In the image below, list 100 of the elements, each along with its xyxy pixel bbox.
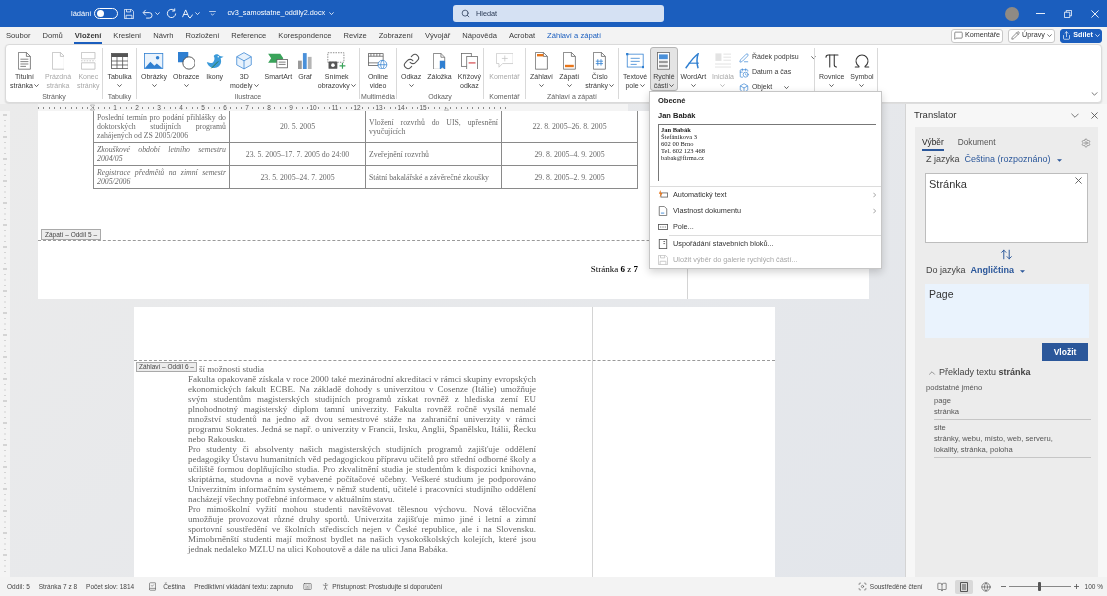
indent-marker-icon[interactable] xyxy=(90,104,95,111)
collapse-ribbon-icon[interactable] xyxy=(1091,92,1098,96)
caret-icon xyxy=(183,84,189,87)
caret-icon xyxy=(350,84,356,87)
page-break-icon xyxy=(81,52,96,70)
caret-icon xyxy=(117,84,122,87)
document-icon xyxy=(658,206,668,216)
caret-icon xyxy=(810,56,816,59)
pages-icon xyxy=(461,52,478,70)
caret-icon xyxy=(1056,158,1062,162)
chevron-down-icon[interactable] xyxy=(1071,113,1079,118)
caret-icon xyxy=(1046,34,1052,37)
page-icon[interactable] xyxy=(954,579,973,594)
shapes-icon xyxy=(177,52,196,70)
body-paragraph: Pro mimoškolní vyžití mohou studenti navštěvovat tělesnou výchovu. Nová tělocvična umožňuje provozovat různé druhy sportů. Univerzita zajišťuje mimo jiné i letní a zimní sportovní soustředění ve školních střediscích nejen v České republice, ale i na Slovensku. Mimobrněnští studenti mají možnost bydlet na našich vysokoškolských kolejích, které jsou jednak nedaleko MZLU na ulici Kohoutově a dále na ulici Jana Babáka. xyxy=(188,504,536,554)
caret-icon xyxy=(253,84,259,87)
language-label: Z jazyka xyxy=(926,153,960,167)
body-paragraph: Pro studenty či absolventy našich magisterských studijních programů zajišťuje oddělení pedagogiky Ústavu humanitních věd pedagogickou přípravu učitelů pro střední odborné školy a učiliště formou doplňujícího studia. Pro zkvalitnění studia je studentům k dispozici knihovna, skriptárna, studovna a nově vybavené počítačové učebny. Veškeré studium je podporováno Univerzitním informačním systémem, v němž studenti, učitelé i pracovníci studijního oddělení nacházejí všechny potřebné informace v aktuálním stavu. xyxy=(188,444,536,504)
comment-icon xyxy=(495,53,514,69)
page-header-icon xyxy=(535,52,548,70)
caret-icon xyxy=(859,84,865,87)
source-text-field[interactable]: Stránka xyxy=(925,173,1088,243)
cube-icon xyxy=(738,82,749,93)
close-icon[interactable] xyxy=(1091,112,1098,119)
camera-icon xyxy=(327,52,347,70)
caret-icon xyxy=(195,12,201,15)
pane-tab[interactable]: Dokument xyxy=(957,135,996,151)
caret-icon xyxy=(639,84,645,87)
caret-icon xyxy=(608,84,614,87)
accessibility-icon[interactable] xyxy=(321,582,331,591)
caret-icon xyxy=(784,86,790,89)
pencil-icon xyxy=(1011,31,1021,40)
blank-page-icon xyxy=(51,52,65,70)
caret-icon xyxy=(690,84,696,87)
share-icon xyxy=(1062,31,1072,40)
focus-icon[interactable] xyxy=(857,582,867,591)
caret-icon xyxy=(669,84,675,87)
picture-icon xyxy=(144,53,164,69)
autotext-icon xyxy=(658,190,668,200)
calendar-clock-icon xyxy=(738,67,749,78)
diagram-icon xyxy=(268,53,289,69)
table-icon xyxy=(110,53,129,69)
caret-icon xyxy=(539,84,545,87)
video-globe-icon xyxy=(368,52,388,70)
keyboard-icon[interactable] xyxy=(303,582,313,591)
customize-icon[interactable] xyxy=(209,11,217,16)
undo-icon[interactable] xyxy=(142,8,154,19)
chevron-right-icon xyxy=(873,208,876,214)
page-lines-icon xyxy=(18,52,31,70)
field-icon xyxy=(658,222,668,232)
caret-icon xyxy=(720,84,726,87)
body-paragraph: Fakulta opakovaně získala v roce 2000 také mezinárodní akreditaci v rámci skupiny evropských ekonomických fakult ECBE. Na základě dohody s univerzitou v Cosenze (Itálie) umožňuje svým studentům magisterských studijních programů získat rovněž z hlediska zemí EU plnohodnotný magisterský diplom tamní univerzity. Fakulta rovněž ročně vysílá nemalé množství studentů na jedno až dvou semestrové stáže na zahraniční univerzity v rámci programu Sokrates. Jedná se např. o univerzity v Francii, Irsku, Anglii, Španělsku, Itálii, Řecku nebo Rakousku. xyxy=(188,374,536,444)
bookmark-icon xyxy=(432,52,447,70)
cube-icon xyxy=(236,52,253,70)
bar-chart-icon xyxy=(298,52,312,70)
pi-icon xyxy=(822,52,841,70)
spell-check-icon[interactable] xyxy=(182,8,194,19)
stylized-letter-icon xyxy=(685,53,702,69)
caret-icon xyxy=(151,84,157,87)
target-language-dropdown[interactable]: Angličtina xyxy=(970,264,1026,278)
caret-icon xyxy=(1094,34,1100,37)
language-label: Do jazyka xyxy=(926,264,966,278)
zoom-thumb[interactable] xyxy=(1038,582,1042,591)
page-footer-icon xyxy=(562,52,576,70)
blocks-icon xyxy=(657,52,671,70)
clear-icon[interactable] xyxy=(1075,177,1082,184)
search-icon xyxy=(461,9,470,18)
page-number-icon xyxy=(593,52,606,70)
redo-icon[interactable] xyxy=(166,8,178,19)
body-text: ší možnosti studia xyxy=(198,364,264,374)
swap-icon[interactable] xyxy=(1000,248,1013,261)
proofing-icon[interactable] xyxy=(148,582,158,591)
chevron-right-icon xyxy=(873,192,876,198)
omega-icon xyxy=(852,52,871,70)
caret-icon xyxy=(1020,269,1026,273)
caret-icon xyxy=(33,84,39,87)
caret-icon xyxy=(329,12,335,15)
pane-tab[interactable]: Výběr xyxy=(922,135,944,151)
drop-cap-icon xyxy=(714,53,732,69)
text-box-icon xyxy=(625,53,645,69)
pen-icon xyxy=(738,52,749,63)
link-icon xyxy=(402,52,420,70)
caret-icon xyxy=(155,12,161,15)
speech-bubble-icon xyxy=(953,31,963,40)
save-icon[interactable] xyxy=(124,8,135,19)
caret-icon xyxy=(408,84,414,87)
translation-output: Page xyxy=(925,284,1089,338)
caret-icon xyxy=(829,84,835,87)
page-list-icon xyxy=(658,239,668,249)
source-language-dropdown[interactable]: Čeština (rozpoznáno) xyxy=(964,153,1062,167)
zoom-in-icon[interactable] xyxy=(1073,584,1079,589)
caret-icon xyxy=(566,84,572,87)
section-heading: Překlady textu stránka xyxy=(939,366,1031,380)
zoom-slider[interactable] xyxy=(1008,582,1071,591)
insert-button[interactable]: Vložit xyxy=(1042,343,1088,361)
save-icon xyxy=(658,255,668,265)
restore-icon[interactable] xyxy=(1064,9,1072,18)
bird-icon xyxy=(205,52,224,70)
page-number-text: Stránka 6 z 7 xyxy=(590,264,638,275)
pane-title: Translator xyxy=(914,108,957,123)
